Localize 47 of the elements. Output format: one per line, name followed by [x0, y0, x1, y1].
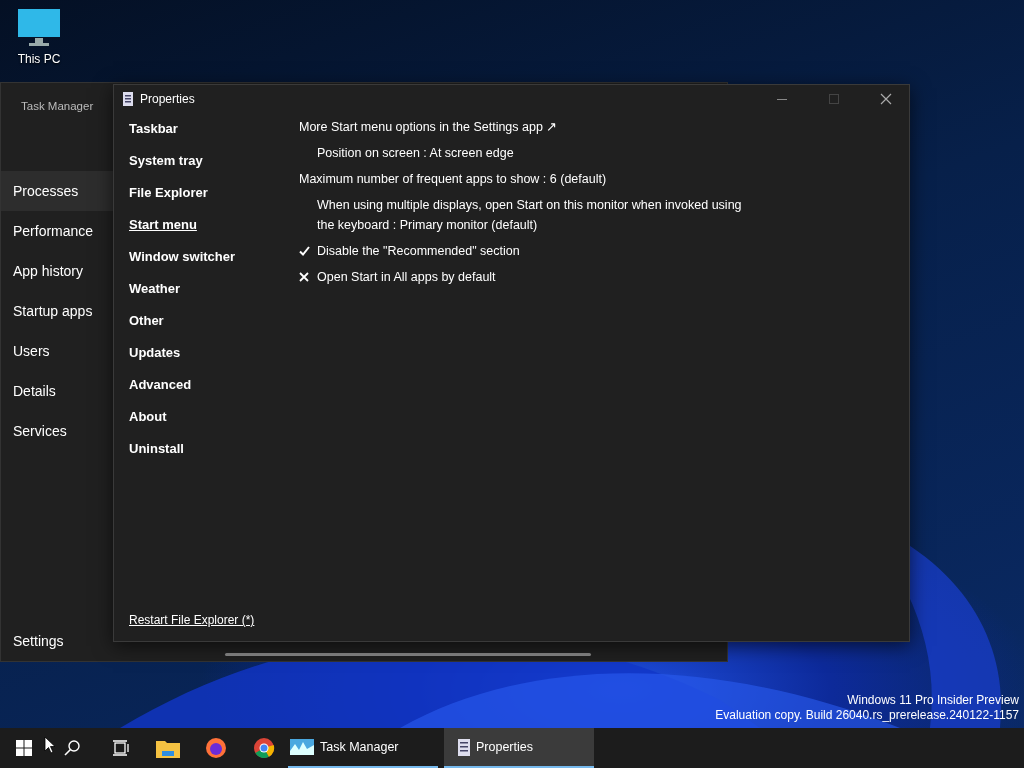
nav-item[interactable]: Users: [1, 331, 113, 371]
monitor-icon[interactable]: [17, 8, 61, 48]
sidebar-item[interactable]: File Explorer: [129, 177, 299, 209]
window-title: Task Manager: [21, 100, 94, 112]
sidebar-item[interactable]: Start menu: [129, 209, 299, 241]
nav-item[interactable]: App history: [1, 251, 113, 291]
scrollbar-thumb[interactable]: [225, 653, 591, 656]
windows-logo-icon[interactable]: [16, 740, 32, 756]
nav-item[interactable]: Processes: [1, 171, 113, 211]
sidebar-item[interactable]: Taskbar: [129, 113, 299, 145]
nav-item[interactable]: Services: [1, 411, 113, 451]
nav-item[interactable]: Details: [1, 371, 113, 411]
taskbar-button[interactable]: Task Manager: [288, 728, 438, 768]
window-title: Properties: [140, 92, 196, 106]
taskbar-button[interactable]: Properties: [444, 728, 594, 768]
app-icon: [122, 91, 134, 107]
sidebar-item[interactable]: Window switcher: [129, 241, 299, 273]
search-icon[interactable]: [64, 740, 80, 756]
sidebar-item[interactable]: System tray: [129, 145, 299, 177]
folder-icon[interactable]: [156, 738, 180, 758]
mouse-pointer-icon: [44, 736, 56, 754]
settings-link[interactable]: More Start menu options in the Settings app ↗: [299, 117, 558, 137]
option-text[interactable]: Open Start in All apps by default: [317, 267, 496, 287]
sidebar-item[interactable]: Updates: [129, 337, 299, 369]
desktop-icon-label: This PC: [17, 52, 61, 66]
firefox-icon[interactable]: [205, 737, 227, 759]
sidebar-item[interactable]: Other: [129, 305, 299, 337]
evaluation-notice: Windows 11 Pro Insider Preview: [847, 693, 1019, 708]
sidebar-item[interactable]: Uninstall: [129, 433, 299, 465]
option-text[interactable]: Disable the "Recommended" section: [317, 241, 520, 261]
option-text[interactable]: When using multiple displays, open Start on this monitor when invoked using the keyboard : Primary monitor (default): [317, 195, 749, 235]
option-text[interactable]: Position on screen : At screen edge: [317, 143, 514, 163]
maximize-icon: [828, 93, 840, 105]
app-icon: [458, 738, 470, 756]
option-text[interactable]: Maximum number of frequent apps to show : 6 (default): [299, 169, 607, 189]
chart-app-icon: [290, 738, 314, 756]
settings-nav-item[interactable]: Settings: [1, 633, 76, 649]
close-icon: [880, 93, 892, 105]
sidebar-item[interactable]: Weather: [129, 273, 299, 305]
restart-link[interactable]: Restart File Explorer (*): [114, 613, 909, 641]
chrome-icon[interactable]: [253, 737, 275, 759]
nav-item[interactable]: Startup apps: [1, 291, 113, 331]
sidebar-item[interactable]: Advanced: [129, 369, 299, 401]
nav-item[interactable]: Performance: [1, 211, 113, 251]
sidebar-item[interactable]: About: [129, 401, 299, 433]
task-view-icon[interactable]: [111, 740, 129, 756]
evaluation-notice: Evaluation copy. Build 26040.rs_prerelease.240122-1157: [715, 708, 1019, 723]
